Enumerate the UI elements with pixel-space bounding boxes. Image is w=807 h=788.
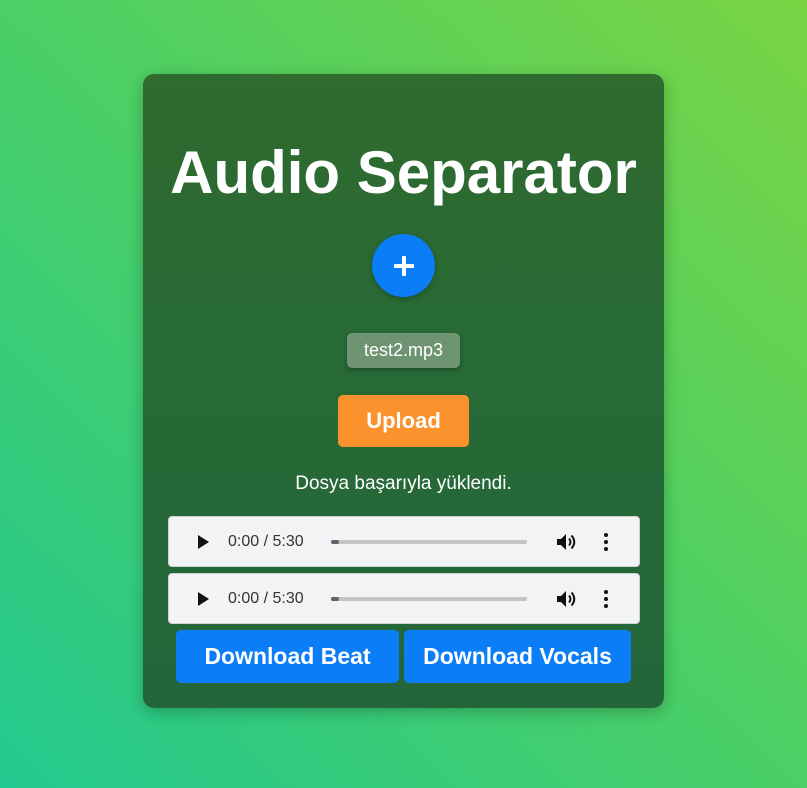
player-time: 0:00 / 5:30: [228, 590, 304, 607]
download-vocals-button[interactable]: Download Vocals: [404, 630, 631, 683]
more-options-icon[interactable]: [599, 532, 613, 552]
page-title: Audio Separator: [170, 139, 637, 206]
status-message: Dosya başarıyla yüklendi.: [295, 473, 512, 494]
add-file-button[interactable]: [372, 234, 435, 297]
player-time: 0:00 / 5:30: [228, 533, 304, 550]
download-beat-button[interactable]: Download Beat: [176, 630, 399, 683]
more-options-icon[interactable]: [599, 589, 613, 609]
seek-slider[interactable]: [331, 540, 527, 544]
selected-file-name: test2.mp3: [347, 333, 460, 368]
play-icon[interactable]: [195, 591, 211, 607]
plus-icon: [393, 255, 414, 276]
seek-progress: [331, 597, 339, 601]
play-icon[interactable]: [195, 534, 211, 550]
seek-slider[interactable]: [331, 597, 527, 601]
upload-button[interactable]: Upload: [338, 395, 469, 447]
audio-player-beat: 0:00 / 5:30: [168, 516, 640, 567]
volume-icon[interactable]: [556, 532, 578, 552]
audio-player-vocals: 0:00 / 5:30: [168, 573, 640, 624]
seek-progress: [331, 540, 339, 544]
volume-icon[interactable]: [556, 589, 578, 609]
